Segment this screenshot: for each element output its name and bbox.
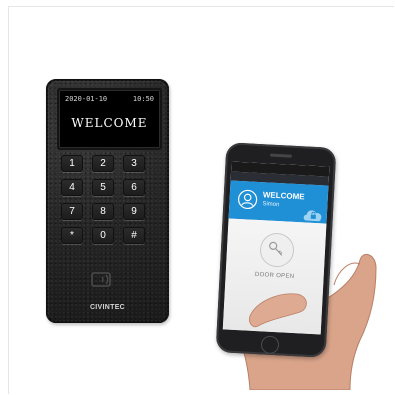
- phone-speaker: [269, 153, 293, 158]
- key-6: 6: [123, 179, 145, 196]
- user-avatar-icon: [238, 189, 258, 210]
- key-star: *: [61, 227, 83, 244]
- key-2: 2: [92, 155, 114, 172]
- keypad: 1 2 3 4 5 6 7 8 9 * 0 #: [61, 155, 156, 244]
- key-hash: #: [123, 227, 145, 244]
- card-reader-icon: [91, 272, 111, 287]
- key-8: 8: [92, 203, 114, 220]
- screen-status-row: 2020-01-10 10:50: [65, 95, 154, 104]
- key-5: 5: [92, 179, 114, 196]
- key-7: 7: [61, 203, 83, 220]
- app-user-name: Simon: [262, 201, 280, 209]
- home-button: [260, 335, 280, 355]
- key-3: 3: [123, 155, 145, 172]
- key-9: 9: [123, 203, 145, 220]
- screen-time: 10:50: [132, 95, 154, 103]
- app-welcome-title: WELCOME: [262, 190, 305, 202]
- welcome-panel: WELCOME Simon: [228, 180, 329, 224]
- device-screen: 2020-01-10 10:50 WELCOME: [57, 88, 162, 150]
- thumb-illustration: [249, 293, 307, 328]
- brand-logo-text: CIVINTEC: [89, 304, 126, 311]
- key-1: 1: [61, 155, 83, 172]
- screen-date: 2020-01-10: [65, 95, 108, 103]
- keypad-device: 2020-01-10 10:50 WELCOME 1 2 3 4 5 6 7 8…: [46, 79, 169, 323]
- key-icon: [269, 241, 283, 256]
- cloud-lock-icon: [303, 210, 322, 222]
- key-4: 4: [61, 179, 83, 196]
- key-0: 0: [92, 227, 114, 244]
- screen-welcome-text: WELCOME: [71, 116, 148, 130]
